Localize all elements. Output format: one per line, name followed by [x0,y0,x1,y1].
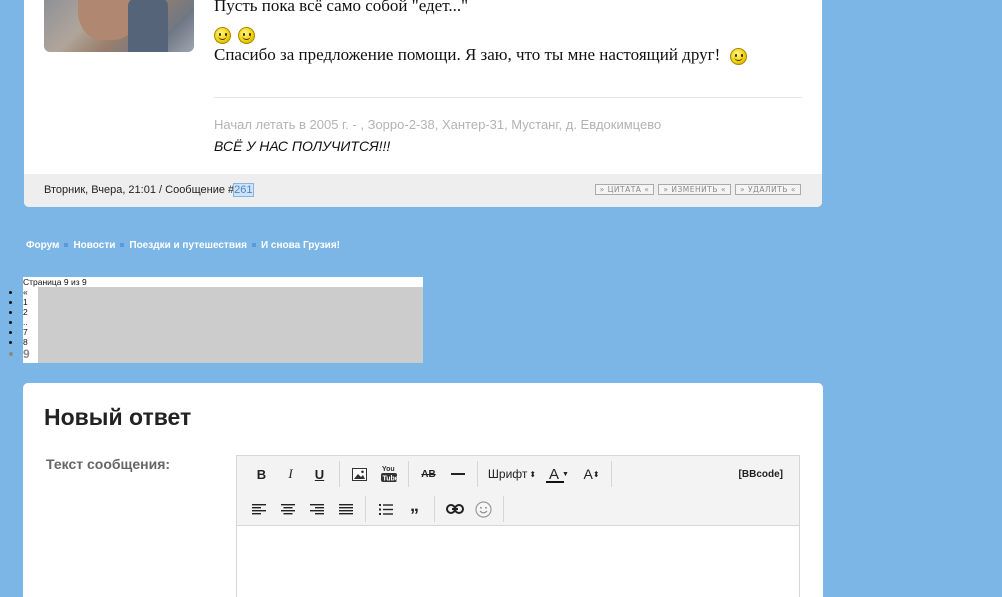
bullet-list-icon [378,503,393,515]
color-swatch [546,480,564,483]
pagination-page-8[interactable]: 8 [8,337,30,347]
pagination-current-page: 9 [8,347,30,361]
post-actions: » ЦИТАТА « » ИЗМЕНИТЬ « » УДАЛИТЬ « [594,184,801,195]
post-line-1: Пусть пока всё само собой "едет..." [214,0,469,15]
align-center-icon [280,503,295,514]
toolbar-separator [503,496,504,522]
youtube-icon: You Tube [380,466,398,483]
image-button[interactable] [345,460,374,488]
post-line-3: Спасибо за предложение помощи. Я заю, чт… [214,43,754,67]
italic-button[interactable]: I [276,460,305,488]
breadcrumb: Форум Новости Поездки и путешествия И снова… [26,240,340,251]
list-button[interactable] [371,495,400,523]
breadcrumb-trips[interactable]: Поездки и путешествия [129,240,247,251]
reply-title: Новый ответ [44,404,192,430]
post-date: Вторник, Вчера, 21:01 / Сообщение # [44,184,235,196]
message-editor: B I U You Tube AB Шрифт ⬍ A ▼ A ⬍ [BBcod… [236,455,800,597]
align-center-button[interactable] [273,495,302,523]
quote-button-editor[interactable]: „ [400,495,429,523]
youtube-button[interactable]: You Tube [374,460,403,488]
breadcrumb-separator [64,243,69,248]
post-meta: Вторник, Вчера, 21:01 / Сообщение #261 [44,183,254,197]
caret-down-icon: ▼ [562,470,569,478]
breadcrumb-topic[interactable]: И снова Грузия! [261,240,340,251]
updown-icon: ⬍ [592,469,600,479]
horizontal-rule-button[interactable] [443,460,472,488]
pagination-page-2[interactable]: 2 [8,307,30,317]
message-textarea[interactable] [237,527,799,597]
justify-icon [338,503,353,514]
underline-button[interactable]: U [305,460,334,488]
font-select-label: Шрифт [487,467,528,481]
quote-button[interactable]: » ЦИТАТА « [594,184,655,195]
font-size-label: A [583,466,593,482]
toolbar-row-1: B I U You Tube AB Шрифт ⬍ A ▼ A ⬍ [237,457,617,491]
horizontal-rule-icon [450,473,465,475]
edit-button[interactable]: » ИЗМЕНИТЬ « [658,184,731,195]
text-color-button[interactable]: A ▼ [541,460,577,488]
breadcrumb-forum[interactable]: Форум [26,240,59,251]
svg-text:You: You [382,466,395,473]
quote-icon: „ [410,494,419,515]
pagination-box: Страница 9 из 9 [23,277,423,363]
bbcode-toggle[interactable]: [BBcode] [739,457,783,491]
breadcrumb-separator [120,243,125,248]
toolbar-separator [434,496,435,522]
reply-form: Новый ответ Текст сообщения: B I U You Tu… [23,383,823,597]
post-footer: Вторник, Вчера, 21:01 / Сообщение #261 »… [24,174,822,207]
post-card: Пусть пока всё само собой "едет..." Спас… [24,0,822,207]
breadcrumb-separator [251,243,256,248]
edit-button-label: ИЗМЕНИТЬ [671,185,718,194]
svg-text:Tube: Tube [382,476,398,483]
delete-button-label: УДАЛИТЬ [747,185,789,194]
link-icon [445,504,464,514]
toolbar-separator [339,461,340,487]
smiley-icon [238,26,255,44]
bold-button[interactable]: B [247,460,276,488]
toolbar-separator [408,461,409,487]
pagination-title: Страница 9 из 9 [23,277,423,287]
pagination-prev[interactable]: « [8,287,30,297]
breadcrumb-news[interactable]: Новости [73,240,115,251]
signature-line-1: Начал летать в 2005 г. - , Зорро-2-38, Х… [214,117,662,132]
strike-button[interactable]: AB [414,460,443,488]
smiley-icon [214,26,231,44]
emoticon-button[interactable] [469,495,498,523]
post-line-3-text: Спасибо за предложение помощи. Я заю, чт… [214,45,721,64]
font-size-button[interactable]: A ⬍ [577,460,606,488]
image-icon [352,467,367,481]
smiley-outline-icon [475,500,492,518]
align-right-icon [309,503,324,514]
user-avatar[interactable] [44,0,194,52]
link-button[interactable] [440,495,469,523]
pagination-page-1[interactable]: 1 [8,297,30,307]
editor-toolbar: B I U You Tube AB Шрифт ⬍ A ▼ A ⬍ [BBcod… [237,456,799,526]
signature-divider [214,97,802,98]
pagination-page-7[interactable]: 7 [8,327,30,337]
quote-button-label: ЦИТАТА [607,185,642,194]
delete-button[interactable]: » УДАЛИТЬ « [734,184,801,195]
message-label: Текст сообщения: [46,456,171,472]
pagination-list: « 1 2 .. 7 8 9 [8,287,30,361]
align-right-button[interactable] [302,495,331,523]
toolbar-row-2: „ [237,492,509,526]
post-number-link[interactable]: 261 [233,183,254,197]
align-left-button[interactable] [244,495,273,523]
toolbar-separator [365,496,366,522]
signature-line-2: ВСЁ У НАС ПОЛУЧИТСЯ!!! [214,138,391,154]
justify-button[interactable] [331,495,360,523]
font-select[interactable]: Шрифт ⬍ [483,460,541,488]
toolbar-separator [611,461,612,487]
align-left-icon [251,503,266,514]
avatar-shirt-shape [128,0,168,52]
pagination-ellipsis: .. [8,317,30,327]
smiley-icon [730,47,748,65]
updown-icon: ⬍ [529,469,537,479]
toolbar-separator [477,461,478,487]
